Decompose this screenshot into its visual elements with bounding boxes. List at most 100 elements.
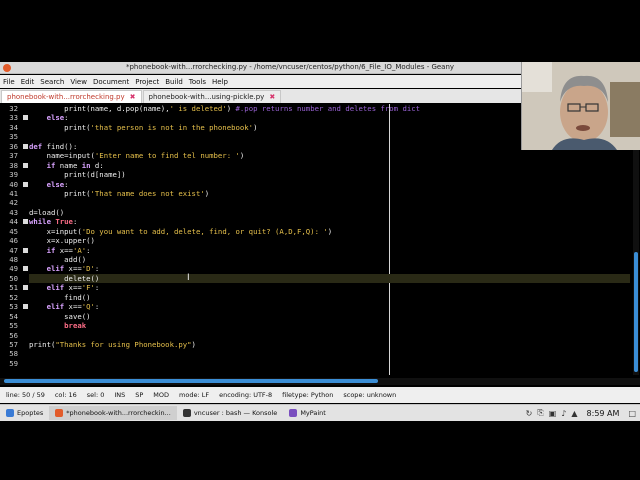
- code-text: d=load(): [29, 207, 65, 217]
- status-line: line: 50 / 59: [6, 391, 45, 399]
- code-line[interactable]: 55 break: [9, 321, 630, 331]
- menu-view[interactable]: View: [67, 78, 90, 86]
- status-sel: sel: 0: [86, 391, 105, 399]
- code-text: save(): [64, 311, 91, 321]
- horizontal-scrollbar[interactable]: [0, 378, 640, 385]
- line-number: 55: [9, 321, 18, 331]
- code-line[interactable]: 48 add(): [9, 255, 630, 264]
- close-icon[interactable]: ✖: [269, 93, 275, 101]
- fold-marker-icon[interactable]: [23, 115, 28, 121]
- status-mod: MOD: [153, 391, 170, 399]
- line-number: 35: [9, 132, 18, 142]
- status-filetype: filetype: Python: [282, 391, 334, 399]
- code-line[interactable]: 56: [9, 331, 630, 340]
- line-number: 54: [9, 311, 18, 321]
- code-line[interactable]: 41 print('That name does not exist'): [9, 189, 630, 198]
- code-line[interactable]: 54 save(): [9, 311, 630, 321]
- line-number: 44: [9, 217, 18, 227]
- line-number: 51: [9, 283, 18, 293]
- code-text: print('that person is not in the phonebo…: [64, 122, 258, 132]
- text-cursor-icon: I: [187, 273, 190, 283]
- scroll-thumb[interactable]: [4, 379, 378, 383]
- code-line[interactable]: 37 name=input('Enter name to find tel nu…: [9, 151, 630, 160]
- menu-tools[interactable]: Tools: [186, 78, 209, 86]
- menu-file[interactable]: File: [0, 78, 18, 86]
- volume-icon[interactable]: ♪: [561, 409, 566, 418]
- code-line[interactable]: 39 print(d[name]): [9, 170, 630, 179]
- fold-marker-icon[interactable]: [23, 162, 28, 168]
- code-line[interactable]: 51 elif x=='F':: [9, 283, 630, 293]
- code-text: break: [64, 321, 87, 331]
- expand-icon[interactable]: ▲: [571, 409, 577, 418]
- status-col: col: 16: [54, 391, 77, 399]
- clipboard-icon[interactable]: ⎘: [537, 408, 543, 418]
- fold-marker-icon[interactable]: [23, 181, 28, 187]
- task-geany[interactable]: *phonebook-with...rrorcheckin...: [49, 406, 177, 420]
- code-line[interactable]: 44 while True:: [9, 217, 630, 226]
- task-label: Epoptes: [17, 409, 44, 417]
- mypaint-icon: [289, 409, 298, 417]
- tab-phonebook-pickle[interactable]: phonebook-with...using-pickle.py ✖: [142, 90, 282, 103]
- line-number: 45: [9, 226, 18, 236]
- code-line[interactable]: 58: [9, 349, 630, 358]
- code-text: else:: [46, 113, 69, 123]
- code-line[interactable]: 42: [9, 198, 630, 207]
- fold-marker-icon[interactable]: [23, 247, 28, 253]
- line-number: 33: [9, 113, 18, 123]
- task-epoptes[interactable]: Epoptes: [0, 406, 49, 420]
- code-line[interactable]: 38 if name in d:: [9, 161, 630, 170]
- tab-phonebook-errorchecking[interactable]: phonebook-with...rrorchecking.py ✖: [1, 90, 142, 103]
- code-text: elif x=='F':: [46, 283, 100, 293]
- menu-search[interactable]: Search: [37, 78, 67, 86]
- menu-document[interactable]: Document: [90, 78, 132, 86]
- task-label: vncuser : bash — Konsole: [193, 409, 278, 417]
- code-line[interactable]: 40 else:: [9, 180, 630, 189]
- code-line[interactable]: 47 if x=='A':: [9, 246, 630, 255]
- status-encoding: encoding: UTF-8: [219, 391, 273, 399]
- show-desktop-icon[interactable]: □: [628, 409, 636, 418]
- line-number: 48: [9, 255, 18, 264]
- fold-marker-icon[interactable]: [23, 219, 28, 225]
- line-number: 38: [9, 160, 18, 170]
- code-text: print("Thanks for using Phonebook.py"): [29, 339, 196, 349]
- line-number: 56: [9, 330, 18, 340]
- sync-icon[interactable]: ↻: [526, 409, 533, 418]
- code-line[interactable]: 53 elif x=='Q':: [9, 302, 630, 311]
- network-icon[interactable]: ▣: [549, 409, 557, 418]
- task-mypaint[interactable]: MyPaint: [283, 406, 332, 420]
- presenter-video: [522, 62, 640, 150]
- fold-marker-icon[interactable]: [23, 266, 28, 272]
- code-line[interactable]: 45 x=input('Do you want to add, delete, …: [9, 227, 630, 236]
- code-text: x=x.upper(): [46, 236, 95, 246]
- close-icon[interactable]: ✖: [130, 93, 136, 101]
- scroll-thumb[interactable]: [634, 252, 638, 372]
- code-line[interactable]: 49 elif x=='D':: [9, 264, 630, 273]
- code-line[interactable]: 43 d=load(): [9, 207, 630, 217]
- geany-icon: [55, 409, 64, 417]
- code-text: print(name, d.pop(name),' is deleted') #…: [64, 104, 421, 113]
- code-line[interactable]: 57 print("Thanks for using Phonebook.py"): [9, 339, 630, 349]
- status-scope: scope: unknown: [343, 391, 397, 399]
- fold-marker-icon[interactable]: [23, 143, 28, 149]
- line-number: 59: [9, 358, 18, 368]
- task-label: *phonebook-with...rrorcheckin...: [66, 409, 171, 417]
- code-line[interactable]: 46 x=x.upper(): [9, 236, 630, 246]
- menu-project[interactable]: Project: [132, 78, 162, 86]
- code-line[interactable]: 50 delete(): [9, 273, 630, 284]
- menu-edit[interactable]: Edit: [18, 78, 38, 86]
- code-line[interactable]: 59: [9, 359, 630, 368]
- status-mode: mode: LF: [179, 391, 210, 399]
- line-number: 47: [9, 245, 18, 255]
- task-konsole[interactable]: vncuser : bash — Konsole: [177, 406, 284, 420]
- fold-marker-icon[interactable]: [23, 285, 28, 291]
- menu-build[interactable]: Build: [162, 78, 186, 86]
- bottom-letterbox: [0, 421, 640, 480]
- clock[interactable]: 8:59 AM: [583, 409, 624, 418]
- code-line[interactable]: 52 find(): [9, 293, 630, 302]
- menu-help[interactable]: Help: [209, 78, 231, 86]
- line-number: 32: [9, 104, 18, 113]
- status-sp: SP: [135, 391, 144, 399]
- code-text: delete(): [64, 273, 100, 283]
- fold-marker-icon[interactable]: [23, 304, 28, 310]
- line-number: 57: [9, 339, 18, 349]
